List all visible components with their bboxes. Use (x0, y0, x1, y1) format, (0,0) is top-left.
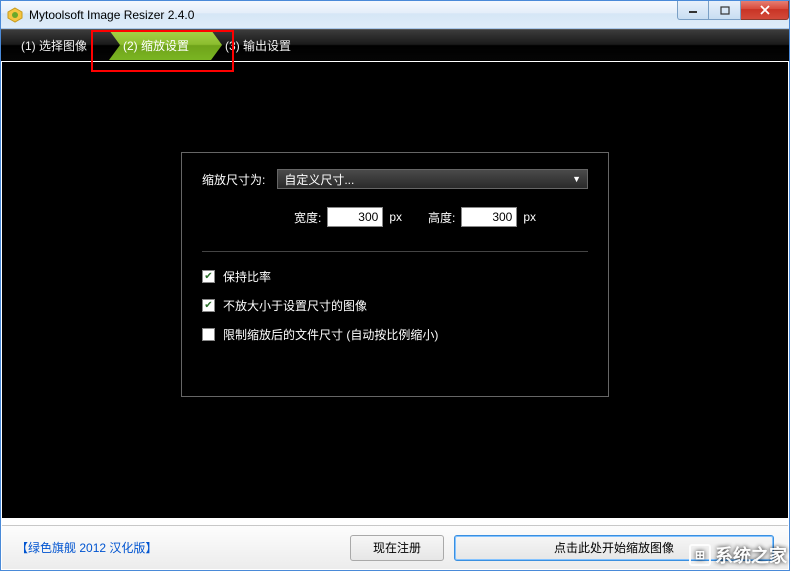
width-input[interactable] (327, 207, 383, 227)
close-button[interactable] (741, 1, 789, 20)
chevron-down-icon: ▼ (572, 174, 581, 184)
scale-mode-label: 缩放尺寸为: (202, 171, 265, 188)
footer-bar: 绿色旗舰 2012 汉化版 现在注册 点击此处开始缩放图像 (2, 525, 788, 569)
keep-ratio-row: ✔ 保持比率 (202, 268, 588, 285)
dropdown-selected-value: 自定义尺寸... (284, 171, 354, 188)
step-breadcrumb: (1) 选择图像 (2) 缩放设置 (3) 输出设置 (1, 29, 789, 61)
step-3-output-settings[interactable]: (3) 输出设置 (211, 30, 313, 60)
panel-divider (202, 251, 588, 252)
no-enlarge-checkbox[interactable]: ✔ (202, 299, 215, 312)
application-window: Mytoolsoft Image Resizer 2.4.0 (1) 选择图像 … (0, 0, 790, 571)
scale-mode-row: 缩放尺寸为: 自定义尺寸... ▼ (202, 169, 588, 189)
window-controls (677, 1, 789, 28)
keep-ratio-checkbox[interactable]: ✔ (202, 270, 215, 283)
window-title: Mytoolsoft Image Resizer 2.4.0 (29, 8, 677, 22)
minimize-button[interactable] (677, 1, 709, 20)
height-input[interactable] (461, 207, 517, 227)
no-enlarge-row: ✔ 不放大小于设置尺寸的图像 (202, 297, 588, 314)
step-3-label: (3) 输出设置 (225, 37, 291, 54)
step-2-label: (2) 缩放设置 (123, 37, 189, 54)
maximize-button[interactable] (709, 1, 741, 20)
title-bar[interactable]: Mytoolsoft Image Resizer 2.4.0 (1, 1, 789, 29)
start-resize-button-label: 点击此处开始缩放图像 (554, 539, 674, 556)
height-label: 高度: (428, 209, 455, 226)
no-enlarge-label: 不放大小于设置尺寸的图像 (223, 297, 367, 314)
scale-mode-dropdown[interactable]: 自定义尺寸... ▼ (277, 169, 588, 189)
step-1-select-image[interactable]: (1) 选择图像 (7, 30, 109, 60)
main-content: 缩放尺寸为: 自定义尺寸... ▼ 宽度: px 高度: px ✔ 保持比率 (2, 62, 788, 518)
watermark-icon: ⊞ (689, 544, 711, 566)
limit-filesize-row: ✔ 限制缩放后的文件尺寸 (自动按比例缩小) (202, 326, 588, 343)
brand-link[interactable]: 绿色旗舰 2012 汉化版 (16, 539, 157, 556)
app-icon (7, 7, 23, 23)
watermark: ⊞ 系统之家 (689, 542, 787, 568)
register-button[interactable]: 现在注册 (350, 535, 444, 561)
width-unit: px (389, 210, 402, 224)
limit-filesize-checkbox[interactable]: ✔ (202, 328, 215, 341)
height-unit: px (523, 210, 536, 224)
keep-ratio-label: 保持比率 (223, 268, 271, 285)
watermark-text: 系统之家 (715, 542, 787, 568)
step-1-label: (1) 选择图像 (21, 37, 87, 54)
step-2-resize-settings[interactable]: (2) 缩放设置 (109, 30, 211, 60)
register-button-label: 现在注册 (373, 539, 421, 556)
dimensions-row: 宽度: px 高度: px (202, 207, 588, 227)
width-label: 宽度: (294, 209, 321, 226)
limit-filesize-label: 限制缩放后的文件尺寸 (自动按比例缩小) (223, 326, 438, 343)
resize-settings-panel: 缩放尺寸为: 自定义尺寸... ▼ 宽度: px 高度: px ✔ 保持比率 (181, 152, 609, 397)
